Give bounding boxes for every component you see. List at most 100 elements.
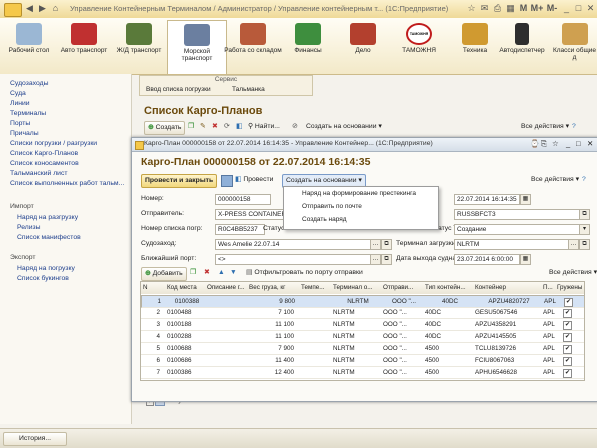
- departure-field[interactable]: 23.07.2014 6:00:00: [454, 254, 520, 265]
- m-plus-icon[interactable]: M+: [530, 3, 544, 14]
- help-icon[interactable]: ?: [572, 121, 576, 133]
- find-button[interactable]: ⚲ Найти...: [248, 121, 280, 133]
- nav-item[interactable]: Терминалы: [10, 110, 46, 117]
- filter-button[interactable]: ▤ Отфильтровать по порту отправки: [246, 267, 363, 279]
- section-warehouse[interactable]: Работа со складом: [224, 20, 282, 72]
- nav-item[interactable]: Список Карго-Планов: [10, 150, 78, 157]
- maximize-icon[interactable]: □: [576, 139, 581, 148]
- help-icon[interactable]: ?: [582, 174, 586, 186]
- link-icon[interactable]: ⎘: [541, 139, 547, 149]
- service-item[interactable]: Тальманка: [232, 86, 265, 93]
- section-dispatcher[interactable]: Автодиспетчер: [494, 20, 550, 72]
- edit-icon[interactable]: ✎: [200, 121, 206, 133]
- menu-item[interactable]: Отправить по почте: [302, 203, 362, 210]
- date-field[interactable]: 22.07.2014 16:14:35: [454, 194, 520, 205]
- nav-item[interactable]: Релизы: [17, 224, 41, 231]
- minimize-icon[interactable]: _: [561, 3, 572, 14]
- table-row[interactable]: 7 0100386 12 400 NLRTM ООО "... 4500 APHU65466…: [141, 367, 584, 379]
- open-icon[interactable]: ⧉: [381, 254, 392, 265]
- sender-field[interactable]: X-PRESS CONTAINER: [215, 209, 289, 220]
- column-header[interactable]: Контейнер: [473, 282, 542, 294]
- port-code-field[interactable]: RUSSBFCT3: [454, 209, 581, 220]
- delete-icon[interactable]: ✖: [212, 121, 218, 133]
- select-icon[interactable]: …: [370, 239, 381, 250]
- column-header[interactable]: Темпе...: [299, 282, 332, 294]
- post-icon[interactable]: ◧: [236, 121, 242, 133]
- section-rail[interactable]: Ж/Д транспорт: [110, 20, 168, 72]
- create-based-button[interactable]: Создать на основании ▾: [306, 121, 382, 133]
- copy-icon[interactable]: ❐: [188, 121, 194, 133]
- menu-item[interactable]: Наряд на формирование престекинга: [302, 190, 416, 197]
- open-icon[interactable]: ⧉: [579, 209, 590, 220]
- create-button[interactable]: ⊕ Создать: [144, 121, 186, 135]
- column-header[interactable]: Гружены: [555, 282, 584, 294]
- select-icon[interactable]: …: [370, 254, 381, 265]
- select-icon[interactable]: …: [568, 239, 579, 250]
- all-actions-button[interactable]: Все действия ▾: [531, 174, 579, 186]
- status-field[interactable]: Создание: [454, 224, 581, 235]
- nav-item[interactable]: Порты: [10, 120, 30, 127]
- post-and-close-button[interactable]: Провести и закрыть: [141, 174, 218, 188]
- refresh-icon[interactable]: ⟳: [224, 121, 230, 133]
- column-header[interactable]: Вес груза, кг: [247, 282, 300, 294]
- add-row-button[interactable]: ⊕ Добавить: [141, 267, 187, 281]
- load-terminal-field[interactable]: NLRTM: [454, 239, 570, 250]
- table-row[interactable]: 5 0100688 7 900 NLRTM ООО "... 4500 TCLU813972…: [141, 343, 584, 355]
- column-header[interactable]: Описание г...: [205, 282, 248, 294]
- section-sea[interactable]: Морской транспорт: [167, 20, 227, 74]
- request-field[interactable]: R0C4BB5237: [215, 224, 265, 235]
- loaded-checkbox[interactable]: ✔: [563, 321, 572, 330]
- column-header[interactable]: П...: [541, 282, 556, 294]
- section-affairs[interactable]: Дело: [334, 20, 392, 72]
- history-button[interactable]: История...: [3, 432, 67, 446]
- nav-item[interactable]: Список букингов: [17, 275, 69, 282]
- vessel-call-field[interactable]: Wes Amelie 22.07.14: [215, 239, 371, 250]
- maximize-icon[interactable]: □: [573, 3, 584, 14]
- calendar-icon[interactable]: ▦: [505, 3, 516, 14]
- copy-icon[interactable]: ❐: [190, 267, 196, 279]
- nav-item[interactable]: Наряд на разгрузку: [17, 214, 78, 221]
- nav-item[interactable]: Список коносаментов: [10, 160, 79, 167]
- m-icon[interactable]: M: [518, 3, 529, 14]
- section-classifiers[interactable]: Класси общие д: [552, 20, 597, 72]
- column-header[interactable]: Отправи...: [381, 282, 424, 294]
- star-icon[interactable]: ☆: [552, 139, 559, 148]
- loaded-checkbox[interactable]: ✔: [564, 298, 573, 307]
- service-item[interactable]: Ввод списка погрузки: [146, 86, 211, 93]
- loaded-checkbox[interactable]: ✔: [563, 333, 572, 342]
- app-logo-icon[interactable]: [4, 3, 22, 17]
- close-icon[interactable]: ✕: [587, 139, 593, 148]
- column-header[interactable]: Тип контейн...: [423, 282, 474, 294]
- clear-search-icon[interactable]: ⊘: [292, 121, 298, 133]
- open-icon[interactable]: ⧉: [579, 239, 590, 250]
- minimize-icon[interactable]: _: [566, 139, 570, 148]
- loaded-checkbox[interactable]: ✔: [563, 357, 572, 366]
- move-up-icon[interactable]: ▲: [218, 267, 225, 279]
- loaded-checkbox[interactable]: ✔: [563, 309, 572, 318]
- section-finance[interactable]: Финансы: [279, 20, 337, 72]
- calendar-icon[interactable]: ▦: [520, 254, 531, 265]
- move-down-icon[interactable]: ▼: [230, 267, 237, 279]
- table-row[interactable]: 6 0100686 11 400 NLRTM ООО "... 4500 FCIU80670…: [141, 355, 584, 367]
- arrow-left-icon[interactable]: ◀: [24, 3, 35, 14]
- nearest-port-field[interactable]: <>: [215, 254, 371, 265]
- section-customs[interactable]: ТАМОЖНЯ ТАМОЖНЯ: [390, 20, 448, 72]
- nav-item[interactable]: Причалы: [10, 130, 39, 137]
- mail-icon[interactable]: ✉: [479, 3, 490, 14]
- nav-item[interactable]: Суда: [10, 90, 26, 97]
- calendar-icon[interactable]: ▦: [520, 194, 531, 205]
- star-icon[interactable]: ☆: [466, 3, 477, 14]
- table-row[interactable]: 4 0100288 11 100 NLRTM ООО "... 40DC APZU41455…: [141, 331, 584, 343]
- print-icon[interactable]: ⎙: [492, 3, 503, 14]
- post-button[interactable]: ◧ Провести: [235, 174, 273, 186]
- nav-item[interactable]: Тальманский лист: [10, 170, 67, 177]
- nav-item[interactable]: Линии: [10, 100, 30, 107]
- menu-item[interactable]: Создать наряд: [302, 216, 347, 223]
- nav-item[interactable]: Список выполненных работ тальм...: [10, 180, 124, 187]
- table-row[interactable]: 3 0100188 11 100 NLRTM ООО "... 40DC APZU43582…: [141, 319, 584, 331]
- delete-icon[interactable]: ✖: [204, 267, 210, 279]
- column-header[interactable]: Код места: [165, 282, 206, 294]
- all-actions-button[interactable]: Все действия ▾: [521, 121, 569, 133]
- nav-item[interactable]: Наряд на погрузку: [17, 265, 75, 272]
- table-row[interactable]: 2 0100488 7 100 NLRTM ООО "... 40DC GESU506754…: [141, 307, 584, 319]
